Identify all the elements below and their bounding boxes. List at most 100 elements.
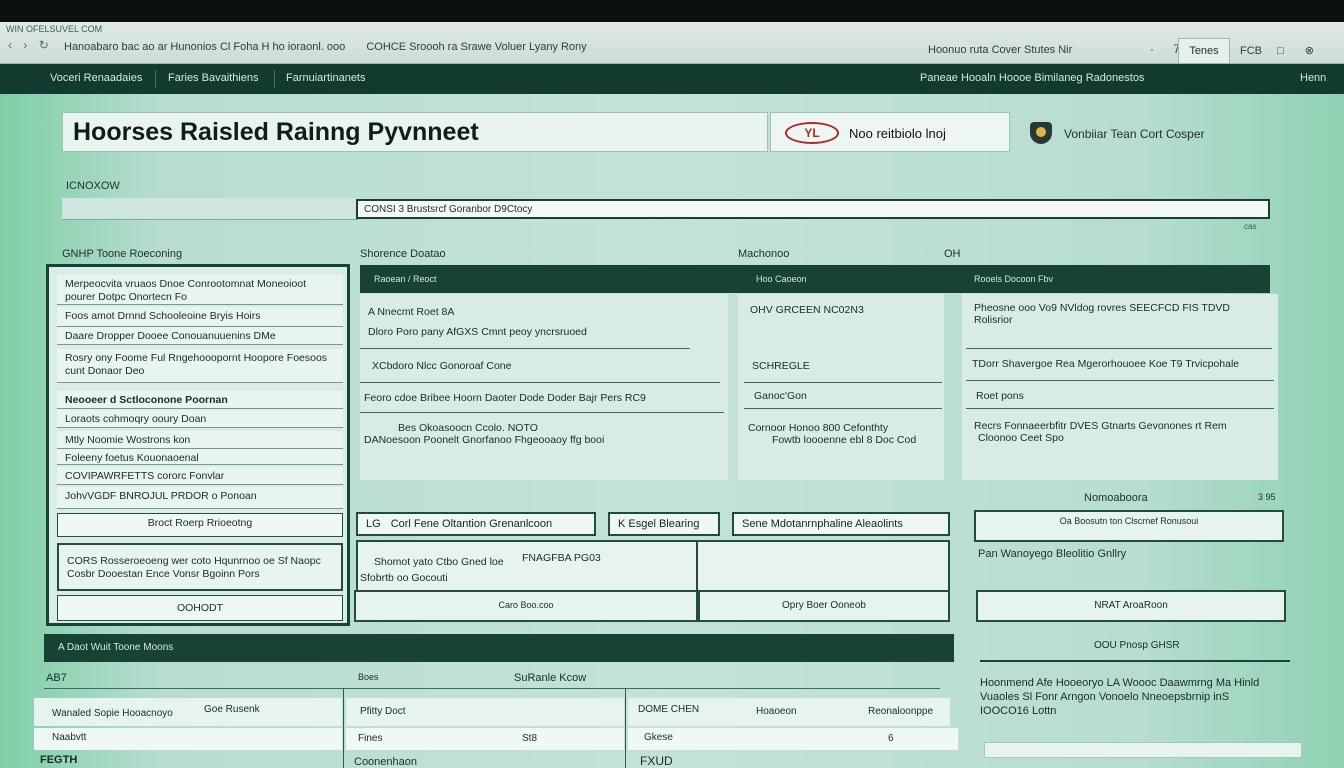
- grid-header: Raoean / Reoct Hoo Caoeon Rooels Docoon …: [360, 265, 1270, 293]
- table-cell: FEGTH: [40, 754, 78, 766]
- bottom-abbr: AB7: [46, 672, 67, 684]
- table-cell: Goe Rusenk: [204, 704, 260, 715]
- list-item[interactable]: Loraots cohmoqry ooury Doan: [57, 410, 343, 428]
- left-action-button[interactable]: Broct Roerp Rrioeotng: [57, 513, 343, 537]
- list-item[interactable]: Daare Dropper Dooee Conouanuuenins DMe: [57, 327, 343, 345]
- browser-tab-strip[interactable]: WIN OFELSUVEL COM: [0, 22, 1344, 36]
- table-cell: Coonenhaon: [354, 756, 418, 768]
- grid-text: Feoro cdoe Bribee Hoorn Daoter Dode Dode…: [364, 392, 646, 404]
- grid-text: SCHREGLE: [752, 360, 810, 372]
- table-cell: Wanaled Sopie Hooacnoyo: [52, 708, 173, 719]
- table-cell: St8: [522, 733, 538, 744]
- search-label: ICNOXOW: [66, 180, 120, 192]
- detail-box-empty: [696, 540, 950, 592]
- nav-item-1[interactable]: Voceri Renaadaies: [50, 72, 142, 84]
- table-row[interactable]: Pfitty Doct: [346, 698, 624, 726]
- left-footer-button[interactable]: OOHODT: [57, 595, 343, 621]
- search-input[interactable]: [356, 199, 1270, 219]
- list-item[interactable]: JohvVGDF BNROJUL PRDOR o Ponoan: [57, 487, 343, 509]
- grid-text: TDorr Shavergoe Rea Mgerorhouoee Koe T9 …: [972, 358, 1240, 370]
- mid-right-code: OH: [944, 248, 961, 260]
- divider: [966, 380, 1274, 381]
- nav-right-text[interactable]: Paneae Hooaln Hoooe Bimilaneg Radonestos: [920, 72, 1144, 84]
- detail-right-button[interactable]: Opry Boer Ooneob: [698, 590, 950, 622]
- detail-box: Shomot yato Ctbo Gned loe FNAGFBA PG03 S…: [356, 540, 698, 592]
- brand-badge: YL Noo reitbiolo lnoj: [770, 112, 1010, 152]
- notes-box-text: Oa Boosutn ton Clscrnef Ronusoui: [1059, 516, 1199, 526]
- column-divider: [343, 688, 344, 768]
- tab-2[interactable]: K Esgel Blearing: [608, 512, 720, 536]
- page-title: Hoorses Raisled Rainng Pyvnneet: [62, 112, 768, 152]
- detail-code: FNAGFBA PG03: [522, 552, 601, 564]
- nav-item-2[interactable]: Faries Bavaithiens: [168, 72, 259, 84]
- grid-col1: A Nnecmt Roet 8A Dloro Poro pany AfGXS C…: [360, 294, 728, 480]
- window-label[interactable]: FCB: [1240, 45, 1262, 57]
- notes-line: Pan Wanoyego Bleolitio Gnllry: [978, 548, 1127, 560]
- table-row[interactable]: Fines St8: [346, 728, 624, 750]
- menu-dot-icon[interactable]: ·: [1150, 42, 1154, 56]
- browser-chrome: WIN OFELSUVEL COM ‹ › ↻ Hanoabaro bac ao…: [0, 22, 1344, 64]
- tabs-button[interactable]: Tenes: [1178, 38, 1230, 64]
- monitor-bezel: [0, 0, 1344, 22]
- grid-text: Rolisrior: [974, 314, 1013, 326]
- table-row[interactable]: DOME CHEN Hoaoeon Reonaloonppe: [628, 698, 950, 726]
- detail-left-button[interactable]: Caro Boo.coo: [354, 590, 698, 622]
- address-bar[interactable]: Hanoabaro bac ao ar Hunonios Cl Foha H h…: [64, 41, 587, 53]
- notes-action-button[interactable]: NRAT AroaRoon: [976, 590, 1286, 622]
- tab-3[interactable]: Sene Mdotanrnphaline Aleaolints: [732, 512, 950, 536]
- grid-col3: Pheosne ooo Vo9 NVldog rovres SEECFCD FI…: [962, 294, 1278, 480]
- table-cell: FXUD: [640, 754, 673, 768]
- corp-text: Vonbiiar Tean Cort Cosper: [1064, 127, 1205, 141]
- nav-right-code[interactable]: Henn: [1300, 72, 1326, 84]
- table-cell: Pfitty Doct: [360, 706, 406, 717]
- detail-right-label: Opry Boer Ooneob: [782, 600, 866, 611]
- maximize-icon[interactable]: □: [1277, 45, 1284, 57]
- grid-text: Fowtb loooenne ebl 8 Doc Cod: [772, 434, 917, 446]
- list-item[interactable]: Foos amot Drnnd Schooleoine Bryis Hoirs: [57, 307, 343, 327]
- table-row[interactable]: Wanaled Sopie Hooacnoyo Goe Rusenk: [34, 698, 342, 726]
- reload-icon[interactable]: ↻: [39, 38, 49, 52]
- forward-icon[interactable]: ›: [23, 38, 27, 52]
- bottom-right-field[interactable]: [984, 742, 1302, 758]
- table-row[interactable]: Gkese 6: [628, 728, 958, 750]
- url-text: Hanoabaro bac ao ar Hunonios Cl Foha H h…: [64, 41, 346, 53]
- list-item[interactable]: COVIPAWRFETTS cororc Fonvlar: [57, 467, 343, 485]
- screen: WIN OFELSUVEL COM ‹ › ↻ Hanoabaro bac ao…: [0, 0, 1344, 768]
- notes-code: 3 95: [1258, 492, 1276, 502]
- divider: [966, 348, 1272, 349]
- list-item[interactable]: Merpeocvita vruaos Dnoe Conrootomnat Mon…: [57, 275, 343, 305]
- table-row[interactable]: Naabvtt: [34, 728, 342, 750]
- detail-left-label: Caro Boo.coo: [498, 600, 554, 610]
- grid-text: Roet pons: [976, 390, 1024, 402]
- back-icon[interactable]: ‹: [8, 38, 12, 52]
- tab-prefix: LG: [366, 518, 381, 530]
- notes-label: Nomoaboora: [1084, 492, 1148, 504]
- grid-header-col1: Raoean / Reoct: [374, 274, 437, 284]
- nav-item-3[interactable]: Farnuiartinanets: [286, 72, 366, 84]
- divider: [360, 412, 724, 413]
- notes-box[interactable]: Oa Boosutn ton Clscrnef Ronusoui: [974, 510, 1284, 542]
- table-cell: Naabvtt: [52, 732, 87, 743]
- left-panel: Merpeocvita vruaos Dnoe Conrootomnat Mon…: [46, 264, 350, 626]
- divider: [744, 382, 942, 383]
- divider: [44, 688, 940, 689]
- detail-text: Sfobrtb oo Gocouti: [360, 572, 448, 584]
- left-section-label: GNHP Toone Roeconing: [62, 248, 183, 260]
- tab-1[interactable]: LG Corl Fene Oltantion Grenanlcoon: [356, 512, 596, 536]
- divider: [360, 348, 690, 349]
- list-item[interactable]: Foleeny foetus Kouonaoenal: [57, 449, 343, 465]
- nav-divider: [274, 70, 275, 88]
- browser-nav-buttons: ‹ › ↻: [8, 38, 57, 52]
- close-icon[interactable]: ⊗: [1305, 45, 1314, 57]
- table-cell: Reonaloonppe: [868, 706, 934, 717]
- divider: [360, 382, 720, 383]
- url-tail-text: COHCE Sroooh ra Srawe Voluer Lyany Rony: [366, 41, 587, 53]
- list-item[interactable]: Rosry ony Foome Ful Rngehooopornt Hoopor…: [57, 349, 343, 383]
- bottom-bar-label: A Daot Wuit Toone Moons: [58, 642, 174, 653]
- list-item[interactable]: Mtly Noomie Wostrons kon: [57, 431, 343, 449]
- grid-header-col3: Rooels Docoon Fbv: [974, 274, 1054, 284]
- corp-link[interactable]: Vonbiiar Tean Cort Cosper: [1030, 122, 1205, 144]
- divider: [744, 408, 942, 409]
- list-item[interactable]: Neooeer d Sctloconone Poornan: [57, 391, 343, 409]
- grid-header-col2: Hoo Caoeon: [756, 274, 807, 284]
